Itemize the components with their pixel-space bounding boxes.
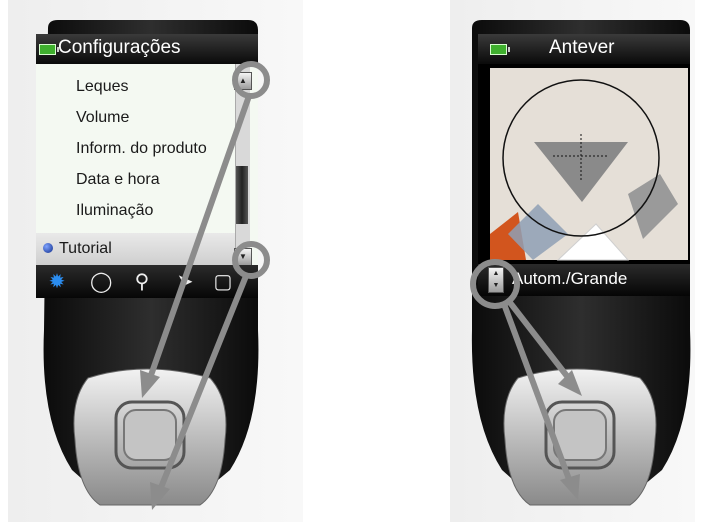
right-device-panel: Antever ▲ ▼ Autom./Grande [440,0,705,522]
annotation-arrow-down [560,474,580,500]
annotation-arrow-down [150,482,170,510]
annotation-arrow-up [140,370,160,398]
right-annotations [470,259,582,500]
annotation-circle-down [232,241,270,279]
left-annotations [140,61,270,510]
annotation-circle-up [232,61,270,99]
left-device-panel: Configurações Leques Volume Inform. do p… [0,0,310,522]
